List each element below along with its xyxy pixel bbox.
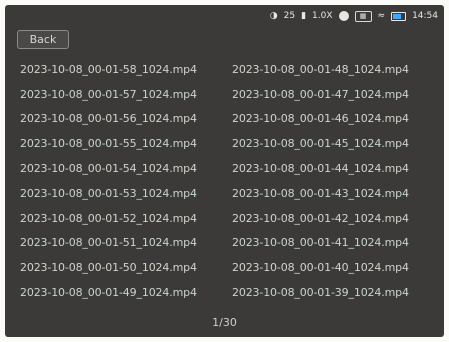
file-item[interactable]: 2023-10-08_00-01-43_1024.mp4 — [232, 187, 444, 200]
file-item[interactable]: 2023-10-08_00-01-52_1024.mp4 — [20, 212, 232, 225]
status-count: 25 — [283, 11, 296, 21]
page-indicator: 1/30 — [212, 316, 237, 329]
file-item[interactable]: 2023-10-08_00-01-55_1024.mp4 — [20, 137, 232, 150]
file-item[interactable]: 2023-10-08_00-01-48_1024.mp4 — [232, 63, 444, 76]
file-item[interactable]: 2023-10-08_00-01-53_1024.mp4 — [20, 187, 232, 200]
file-item[interactable]: 2023-10-08_00-01-41_1024.mp4 — [232, 236, 444, 249]
file-item[interactable]: 2023-10-08_00-01-44_1024.mp4 — [232, 162, 444, 175]
file-list: 2023-10-08_00-01-58_1024.mp4 2023-10-08_0… — [20, 57, 444, 305]
alarm-icon: ◑ — [269, 10, 278, 21]
file-item[interactable]: 2023-10-08_00-01-47_1024.mp4 — [232, 88, 444, 101]
file-row: 2023-10-08_00-01-57_1024.mp4 2023-10-08_0… — [20, 82, 444, 107]
file-row: 2023-10-08_00-01-53_1024.mp4 2023-10-08_0… — [20, 181, 444, 206]
file-item[interactable]: 2023-10-08_00-01-49_1024.mp4 — [20, 286, 232, 299]
status-bar: ◑ 25 ▮ 1.0X ▦ ≈ 14:54 — [270, 8, 438, 24]
file-item[interactable]: 2023-10-08_00-01-42_1024.mp4 — [232, 212, 444, 225]
back-button[interactable]: Back — [17, 30, 69, 49]
battery-icon — [391, 11, 407, 21]
file-item[interactable]: 2023-10-08_00-01-51_1024.mp4 — [20, 236, 232, 249]
record-icon — [338, 11, 349, 21]
file-item[interactable]: 2023-10-08_00-01-46_1024.mp4 — [232, 112, 444, 125]
file-item[interactable]: 2023-10-08_00-01-45_1024.mp4 — [232, 137, 444, 150]
file-row: 2023-10-08_00-01-54_1024.mp4 2023-10-08_0… — [20, 156, 444, 181]
device-screen: ◑ 25 ▮ 1.0X ▦ ≈ 14:54 Back 2023-10-08_00… — [5, 5, 444, 337]
file-row: 2023-10-08_00-01-50_1024.mp4 2023-10-08_0… — [20, 255, 444, 280]
file-row: 2023-10-08_00-01-55_1024.mp4 2023-10-08_0… — [20, 131, 444, 156]
file-item[interactable]: 2023-10-08_00-01-50_1024.mp4 — [20, 261, 232, 274]
status-time: 14:54 — [412, 11, 438, 21]
file-row: 2023-10-08_00-01-52_1024.mp4 2023-10-08_0… — [20, 206, 444, 231]
file-item[interactable]: 2023-10-08_00-01-57_1024.mp4 — [20, 88, 232, 101]
file-row: 2023-10-08_00-01-49_1024.mp4 2023-10-08_0… — [20, 280, 444, 305]
wifi-icon: ≈ — [377, 10, 386, 21]
file-row: 2023-10-08_00-01-56_1024.mp4 2023-10-08_0… — [20, 107, 444, 132]
file-item[interactable]: 2023-10-08_00-01-54_1024.mp4 — [20, 162, 232, 175]
file-item[interactable]: 2023-10-08_00-01-58_1024.mp4 — [20, 63, 232, 76]
phone-icon: ▮ — [301, 10, 307, 21]
file-item[interactable]: 2023-10-08_00-01-56_1024.mp4 — [20, 112, 232, 125]
zoom-level: 1.0X — [312, 11, 333, 21]
sd-card-icon: ▦ — [354, 10, 372, 22]
file-item[interactable]: 2023-10-08_00-01-40_1024.mp4 — [232, 261, 444, 274]
file-row: 2023-10-08_00-01-58_1024.mp4 2023-10-08_0… — [20, 57, 444, 82]
file-row: 2023-10-08_00-01-51_1024.mp4 2023-10-08_0… — [20, 231, 444, 256]
file-item[interactable]: 2023-10-08_00-01-39_1024.mp4 — [232, 286, 444, 299]
